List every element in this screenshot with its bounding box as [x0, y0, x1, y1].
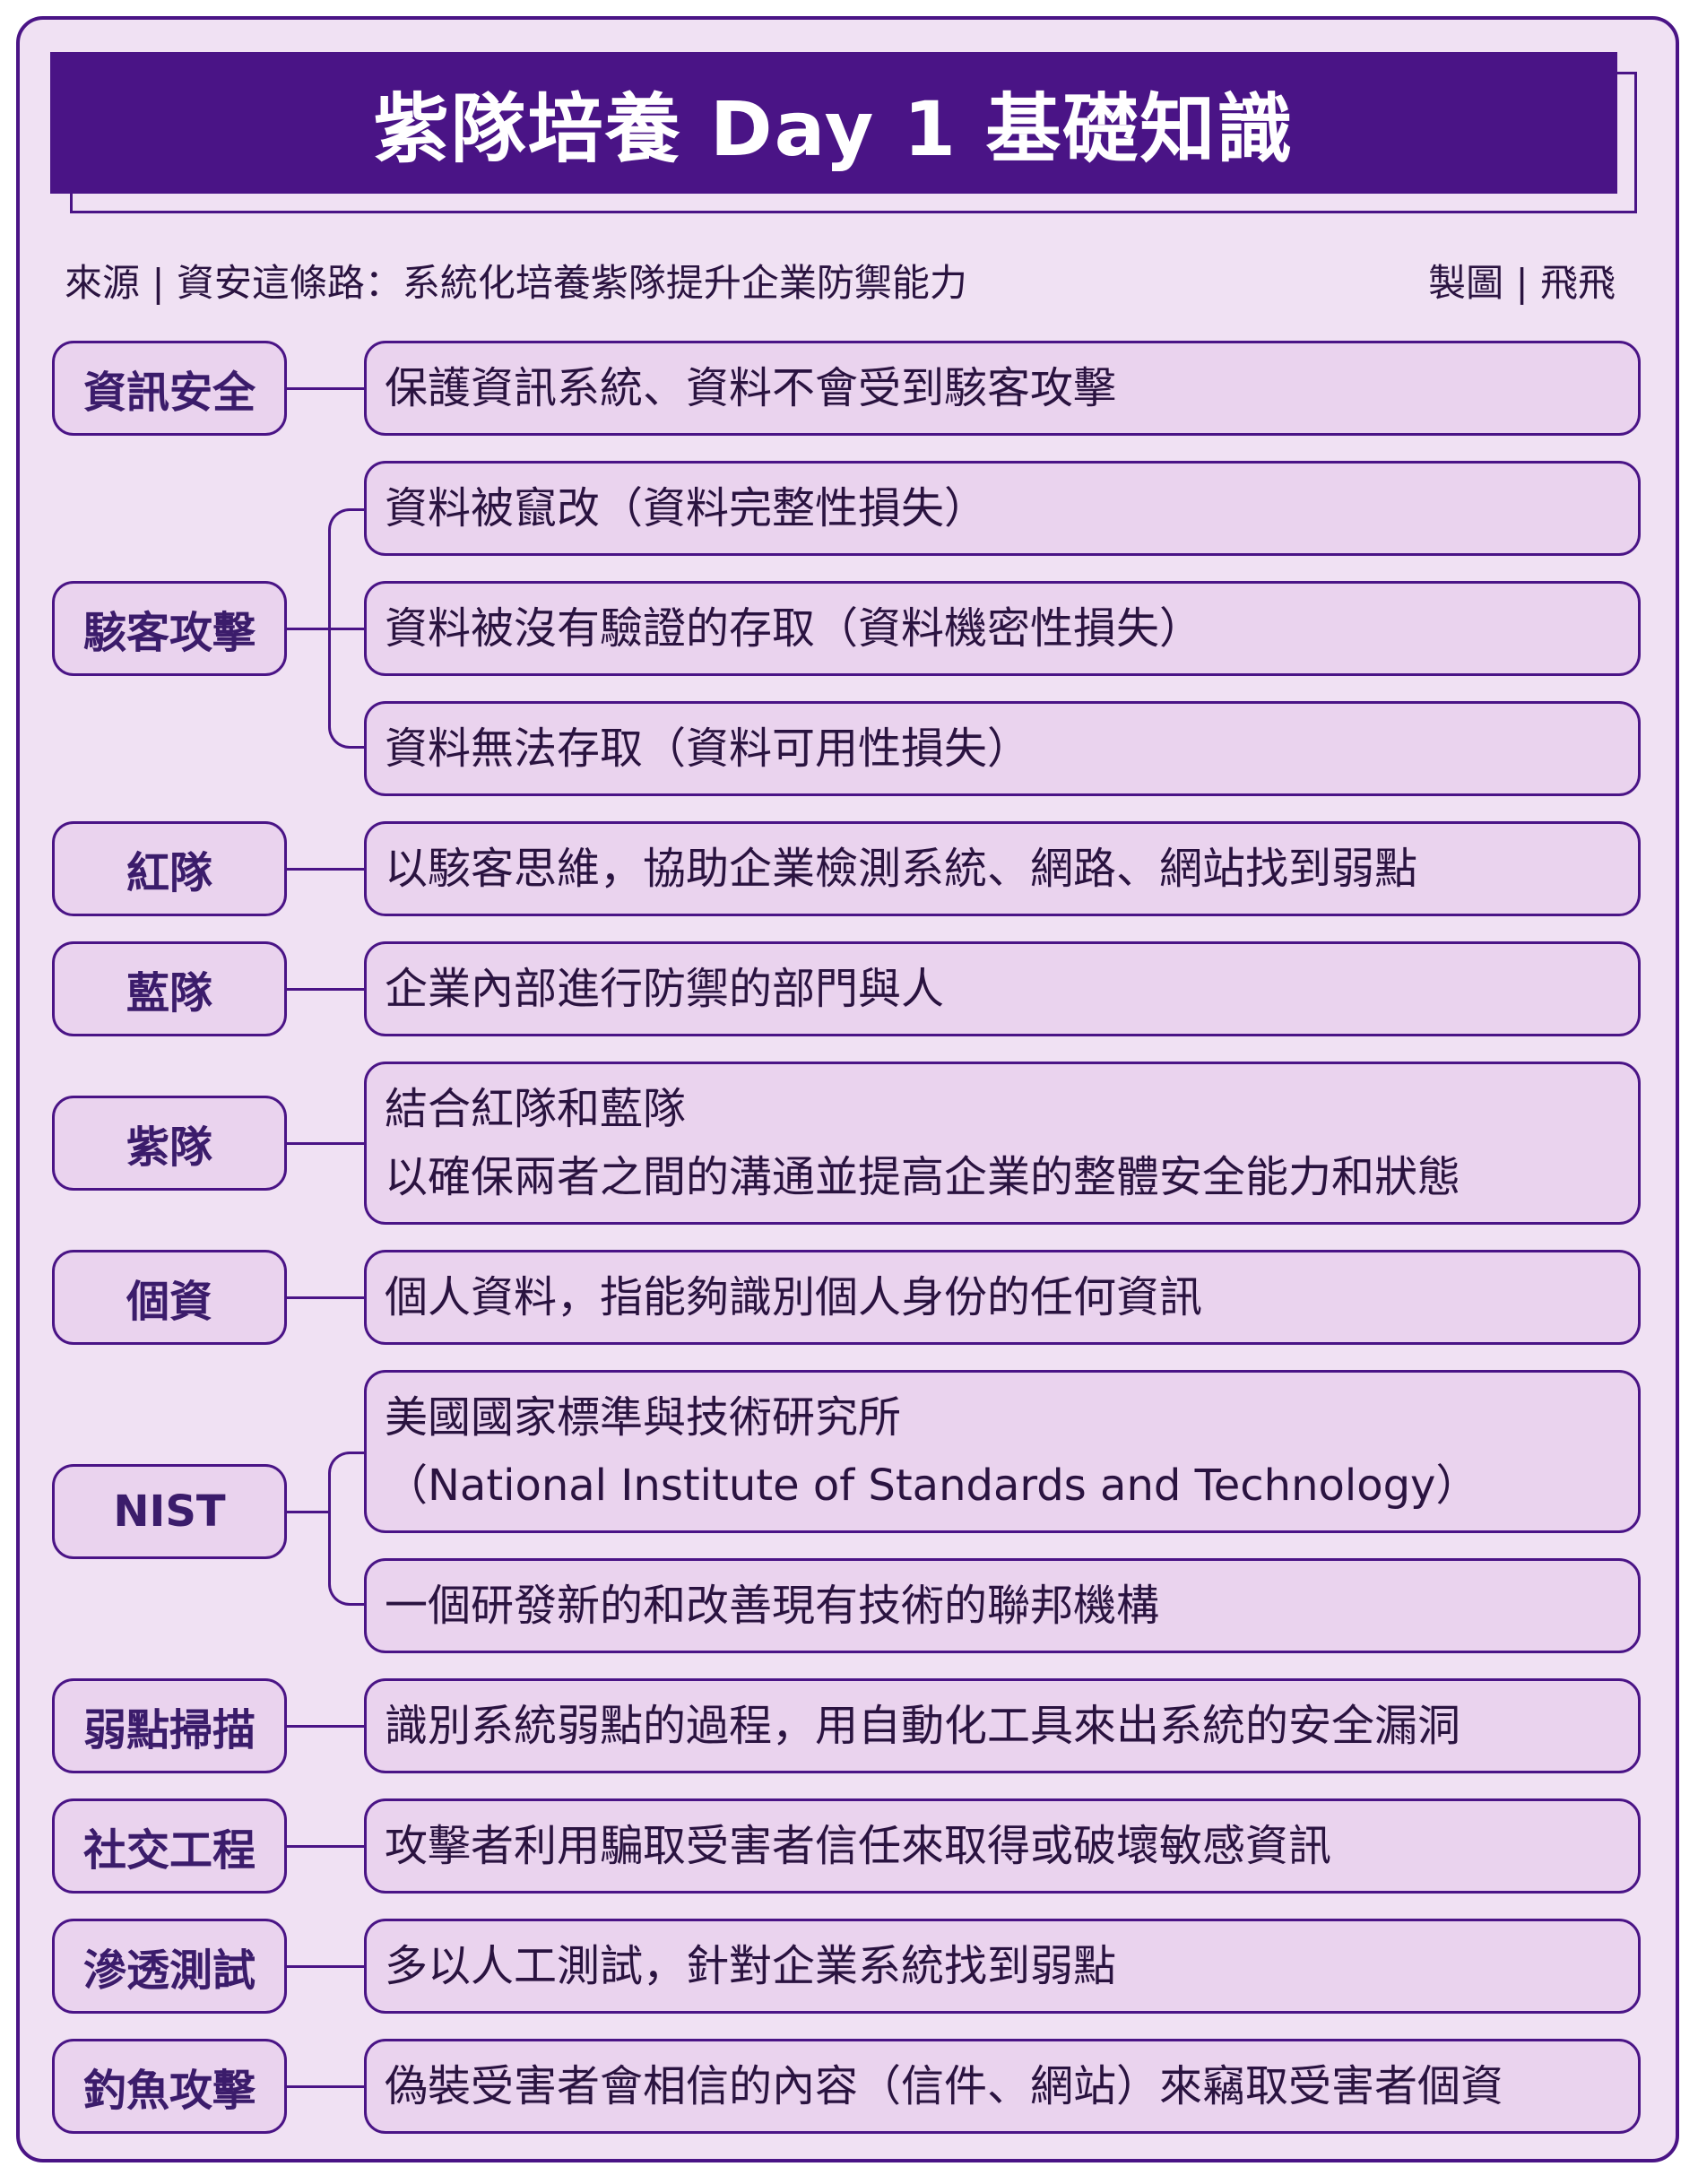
term-label: 紫隊 — [52, 1096, 287, 1191]
definition-text: 資料無法存取（資料可用性損失） — [385, 724, 1031, 774]
term-label: 社交工程 — [52, 1798, 287, 1894]
author-credit: 製圖 | 飛飛 — [1428, 261, 1616, 305]
term-label: NIST — [52, 1464, 287, 1559]
definition-box: 個人資料，指能夠識別個人身份的任何資訊 — [364, 1250, 1641, 1345]
connector-line — [287, 1724, 364, 1728]
term-label: 紅隊 — [52, 821, 287, 916]
definition-box: 保護資訊系統、資料不會受到駭客攻擊 — [364, 341, 1641, 436]
term-label: 弱點掃描 — [52, 1678, 287, 1773]
definition-text: 保護資訊系統、資料不會受到駭客攻擊 — [385, 363, 1117, 413]
term-label: 釣魚攻擊 — [52, 2039, 287, 2134]
definition-text: 偽裝受害者會相信的內容（信件、網站）來竊取受害者個資 — [385, 2061, 1504, 2111]
term-label: 滲透測試 — [52, 1919, 287, 2014]
definition-text: 資料被沒有驗證的存取（資料機密性損失） — [385, 603, 1203, 654]
definition-box: 美國國家標準與技術研究所 （National Institute of Stand… — [364, 1370, 1641, 1533]
definition-box: 企業內部進行防禦的部門與人 — [364, 941, 1641, 1036]
connector-line — [287, 867, 364, 871]
definition-text: 以駭客思維，協助企業檢測系統、網路、網站找到弱點 — [385, 844, 1418, 894]
definition-text: 資料被竄改（資料完整性損失） — [385, 483, 988, 533]
definition-box: 結合紅隊和藍隊以確保兩者之間的溝通並提高企業的整體安全能力和狀態 — [364, 1062, 1641, 1225]
source-credit: 來源 | 資安這條路：系統化培養紫隊提升企業防禦能力 — [65, 261, 967, 305]
connector-line — [287, 1141, 364, 1145]
definition-text: 識別系統弱點的過程，用自動化工具來出系統的安全漏洞 — [385, 1701, 1461, 1751]
connector-line — [287, 1510, 330, 1513]
definition-text: 攻擊者利用騙取受害者信任來取得或破壞敏感資訊 — [385, 1821, 1332, 1871]
connector-line — [287, 2084, 364, 2088]
definition-box: 資料被竄改（資料完整性損失） — [364, 461, 1641, 556]
definition-box: 以駭客思維，協助企業檢測系統、網路、網站找到弱點 — [364, 821, 1641, 916]
definition-text: 多以人工測試，針對企業系統找到弱點 — [385, 1941, 1117, 1991]
definition-box: 偽裝受害者會相信的內容（信件、網站）來竊取受害者個資 — [364, 2039, 1641, 2134]
definition-text: 企業內部進行防禦的部門與人 — [385, 964, 945, 1014]
term-label: 資訊安全 — [52, 341, 287, 436]
connector-line — [287, 1964, 364, 1968]
term-label: 駭客攻擊 — [52, 581, 287, 676]
title-banner: 紫隊培養 Day 1 基礎知識 — [50, 52, 1617, 194]
connector-line — [287, 386, 364, 390]
connector-line — [287, 1296, 364, 1299]
definition-text: 個人資料，指能夠識別個人身份的任何資訊 — [385, 1272, 1203, 1322]
definition-box: 資料被沒有驗證的存取（資料機密性損失） — [364, 581, 1641, 676]
definition-box: 識別系統弱點的過程，用自動化工具來出系統的安全漏洞 — [364, 1678, 1641, 1773]
definition-box: 多以人工測試，針對企業系統找到弱點 — [364, 1919, 1641, 2014]
definition-box: 一個研發新的和改善現有技術的聯邦機構 — [364, 1558, 1641, 1653]
definition-text: 以確保兩者之間的溝通並提高企業的整體安全能力和狀態 — [385, 1152, 1461, 1202]
connector-line — [287, 627, 330, 630]
connector-line — [328, 627, 364, 630]
definition-text: （National Institute of Standards and Tec… — [385, 1460, 1479, 1511]
page-title: 紫隊培養 Day 1 基礎知識 — [373, 84, 1295, 173]
bracket-line — [328, 1452, 364, 1606]
definition-box: 攻擊者利用騙取受害者信任來取得或破壞敏感資訊 — [364, 1798, 1641, 1894]
definition-box: 資料無法存取（資料可用性損失） — [364, 701, 1641, 796]
connector-line — [287, 1844, 364, 1848]
definition-text: 一個研發新的和改善現有技術的聯邦機構 — [385, 1581, 1160, 1631]
definition-text: 結合紅隊和藍隊 — [385, 1084, 687, 1134]
term-label: 個資 — [52, 1250, 287, 1345]
term-label: 藍隊 — [52, 941, 287, 1036]
connector-line — [287, 987, 364, 991]
definition-text: 美國國家標準與技術研究所 — [385, 1392, 902, 1443]
